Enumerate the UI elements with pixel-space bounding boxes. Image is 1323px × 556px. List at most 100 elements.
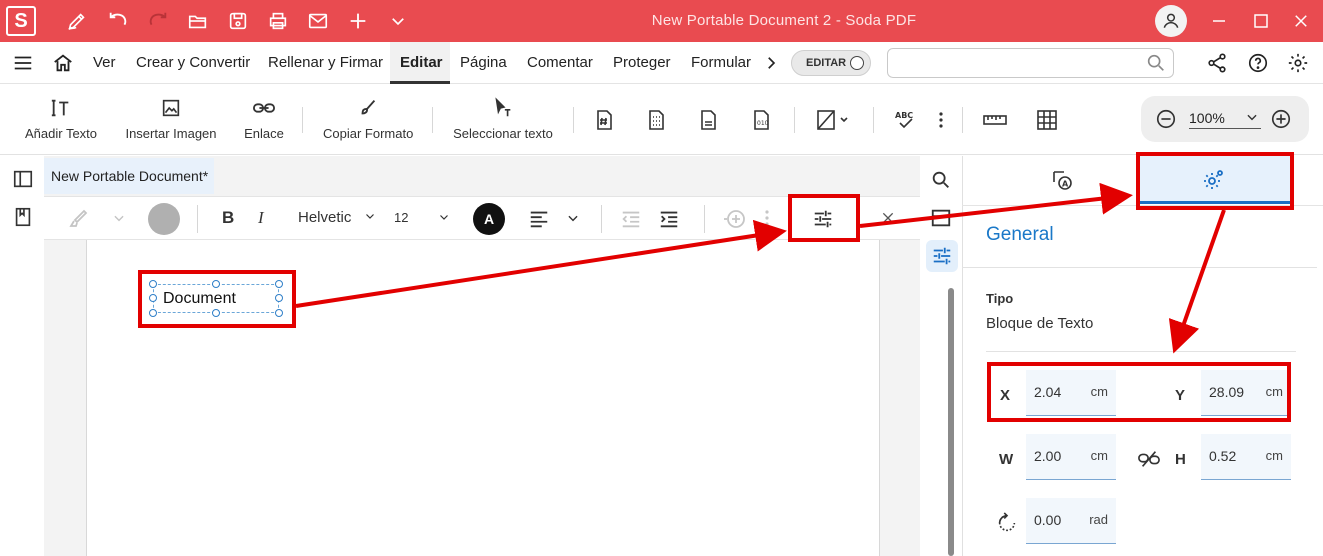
close-icon[interactable] <box>1288 8 1314 34</box>
w-field[interactable]: 2.00 cm <box>1026 434 1116 480</box>
properties-sliders-icon[interactable] <box>929 243 955 269</box>
edit-mode-label: EDITAR <box>806 57 847 69</box>
bookmark-icon[interactable] <box>10 204 36 230</box>
chevron-down-icon[interactable] <box>112 211 126 225</box>
menu-formular[interactable]: Formular <box>691 54 751 71</box>
search-icon <box>1145 52 1167 74</box>
zoom-in-icon[interactable] <box>1270 108 1292 130</box>
menu-editar[interactable]: Editar <box>400 54 443 71</box>
select-text-button[interactable]: Seleccionar texto <box>453 95 553 141</box>
insert-image-label: Insertar Imagen <box>125 126 217 141</box>
unlink-aspect-icon[interactable] <box>1136 446 1162 472</box>
w-label: W <box>999 451 1014 468</box>
font-family-select[interactable]: Helvetic <box>298 209 374 226</box>
layout-icon[interactable] <box>928 205 954 231</box>
h-field[interactable]: 0.52 cm <box>1201 434 1291 480</box>
image-icon <box>125 95 217 121</box>
insert-image-button[interactable]: Insertar Imagen <box>125 95 217 141</box>
chevron-down-icon <box>438 211 450 223</box>
search-input[interactable] <box>887 48 1174 78</box>
outdent-icon[interactable] <box>620 208 642 230</box>
home-icon[interactable] <box>50 50 76 76</box>
align-left-icon[interactable] <box>528 208 550 230</box>
fill-color-swatch[interactable] <box>148 203 180 235</box>
ribbon-separator <box>794 107 795 133</box>
section-divider <box>962 267 1317 268</box>
ruler-icon[interactable] <box>982 107 1008 133</box>
type-label: Tipo <box>986 291 1014 306</box>
ribbon-separator <box>302 107 303 133</box>
chevron-right-icon[interactable] <box>758 50 784 76</box>
bates-numbering-icon[interactable]: 010 <box>748 107 774 133</box>
share-icon[interactable] <box>1204 50 1230 76</box>
grid-icon[interactable] <box>1034 107 1060 133</box>
section-title-general: General <box>986 224 1054 245</box>
highlight-icon[interactable] <box>66 207 90 231</box>
h-unit: cm <box>1265 448 1283 463</box>
app-window: S New Portable Document 2 - Soda PDF Ver… <box>0 0 1323 556</box>
annotation-box-properties-button <box>788 194 860 242</box>
chevron-down-icon[interactable] <box>566 211 580 225</box>
menu-ver[interactable]: Ver <box>93 54 116 71</box>
link-button[interactable]: Enlace <box>244 95 284 141</box>
font-family-value: Helvetic <box>298 209 352 226</box>
more-options-icon[interactable] <box>928 107 954 133</box>
paintbrush-icon <box>323 95 413 121</box>
indent-icon[interactable] <box>658 208 680 230</box>
annotation-box-xy-fields <box>987 362 1291 422</box>
spellcheck-icon[interactable]: ABC <box>893 107 919 133</box>
add-circle-icon[interactable] <box>722 207 748 231</box>
menu-pagina[interactable]: Página <box>460 54 507 71</box>
svg-text:ABC: ABC <box>895 111 913 120</box>
add-text-button[interactable]: Añadir Texto <box>24 95 98 141</box>
left-sidebar <box>0 156 44 238</box>
minimize-icon[interactable] <box>1206 8 1232 34</box>
document-tab[interactable]: New Portable Document* <box>44 158 214 194</box>
w-value: 2.00 <box>1034 448 1062 464</box>
zoom-value: 100% <box>1189 110 1225 126</box>
bold-icon[interactable]: B <box>222 208 234 228</box>
vertical-scrollbar[interactable] <box>948 288 954 556</box>
page-number-icon[interactable] <box>591 107 617 133</box>
h-label: H <box>1175 451 1186 468</box>
title-bar: S New Portable Document 2 - Soda PDF <box>0 0 1323 42</box>
rotation-field[interactable]: 0.00 rad <box>1026 498 1116 544</box>
rotate-icon <box>994 510 1020 536</box>
zoom-control: 100% <box>1141 96 1309 142</box>
maximize-icon[interactable] <box>1248 8 1274 34</box>
background-watermark-icon[interactable] <box>812 107 852 133</box>
help-icon[interactable] <box>1245 50 1271 76</box>
settings-gear-icon[interactable] <box>1285 50 1311 76</box>
menu-crear-convertir[interactable]: Crear y Convertir <box>136 54 250 71</box>
font-color-button[interactable]: A <box>473 203 505 235</box>
ribbon-separator <box>573 107 574 133</box>
select-text-cursor-icon <box>453 95 553 121</box>
chevron-down-icon <box>364 210 376 222</box>
font-size-select[interactable]: 12 <box>394 210 448 225</box>
more-options-icon[interactable] <box>764 209 770 227</box>
menu-rellenar-firmar[interactable]: Rellenar y Firmar <box>268 54 383 71</box>
header-footer-icon[interactable] <box>643 107 669 133</box>
user-avatar-icon[interactable] <box>1155 5 1187 37</box>
add-text-label: Añadir Texto <box>24 126 98 141</box>
text-style-tab-icon[interactable]: A <box>1049 167 1075 193</box>
svg-text:A: A <box>1062 180 1069 189</box>
format-separator <box>601 205 602 233</box>
zoom-out-icon[interactable] <box>1155 108 1177 130</box>
document-icon[interactable] <box>695 107 721 133</box>
font-size-value: 12 <box>394 210 409 225</box>
section-divider <box>986 351 1296 352</box>
search-icon[interactable] <box>928 167 954 193</box>
hamburger-menu-icon[interactable] <box>10 50 36 76</box>
edit-mode-toggle[interactable]: EDITAR <box>791 50 871 76</box>
copy-format-button[interactable]: Copiar Formato <box>323 95 413 141</box>
panel-toggle-icon[interactable] <box>10 166 36 192</box>
copy-format-label: Copiar Formato <box>323 126 414 141</box>
close-format-toolbar-icon[interactable] <box>880 210 896 226</box>
menu-proteger[interactable]: Proteger <box>613 54 671 71</box>
format-separator <box>704 205 705 233</box>
italic-icon[interactable]: I <box>258 208 264 228</box>
menu-comentar[interactable]: Comentar <box>527 54 593 71</box>
zoom-select[interactable]: 100% <box>1189 110 1261 129</box>
format-separator <box>197 205 198 233</box>
